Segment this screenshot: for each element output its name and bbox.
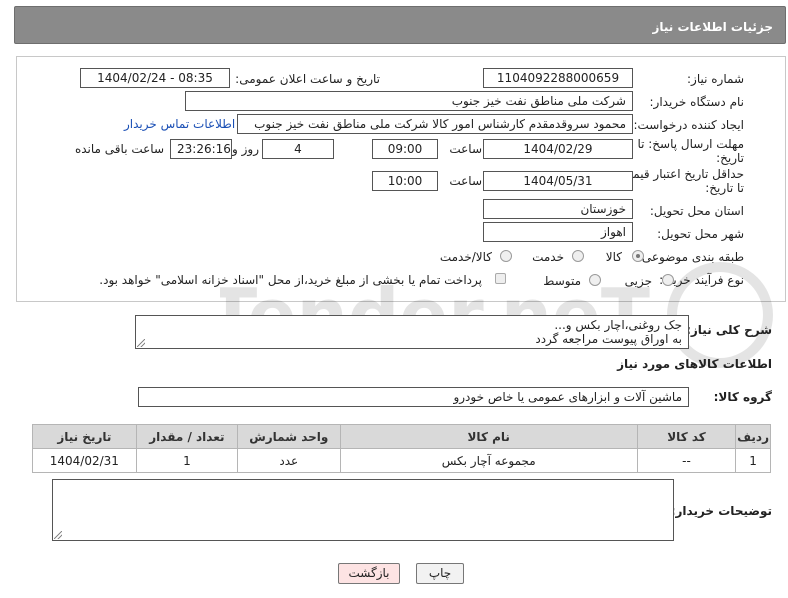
category-radio-goods-service[interactable]: [500, 250, 512, 262]
notes-resize-handle[interactable]: [54, 531, 62, 539]
reply-date-field: 1404/02/29: [483, 139, 633, 159]
announce-date-field: 1404/02/24 - 08:35: [80, 68, 230, 88]
goods-table: ردیف کد کالا نام کالا واحد شمارش تعداد /…: [32, 424, 771, 473]
process-radio-medium[interactable]: [589, 274, 601, 286]
cell-code: --: [636, 448, 737, 473]
page-header: جزئیات اطلاعات نیاز: [14, 6, 786, 44]
process-radio-minor[interactable]: [662, 274, 674, 286]
price-date-field: 1404/05/31: [483, 171, 633, 191]
reply-time-label: ساعت: [449, 142, 482, 156]
days-label: روز و: [232, 142, 259, 156]
announce-date-label: تاریخ و ساعت اعلان عمومی:: [235, 72, 380, 86]
category-option-service: خدمت: [532, 250, 564, 264]
col-date: تاریخ نیاز: [32, 424, 137, 449]
need-number-field: 1104092288000659: [483, 68, 633, 88]
treasury-payment-checkbox[interactable]: [495, 273, 506, 284]
remaining-time-field: 23:26:16: [170, 139, 232, 159]
col-qty: تعداد / مقدار: [135, 424, 239, 449]
price-time-label: ساعت: [449, 174, 482, 188]
goods-group-label: گروه کالا:: [713, 390, 772, 404]
city-field: اهواز: [483, 222, 633, 242]
category-option-goods-service: کالا/خدمت: [439, 250, 492, 264]
days-remaining-field: 4: [262, 139, 334, 159]
back-button[interactable]: بازگشت: [338, 563, 400, 584]
description-line-1: جک روغنی،اچار بکس و...: [554, 318, 682, 332]
goods-table-header: ردیف کد کالا نام کالا واحد شمارش تعداد /…: [32, 424, 771, 449]
price-validity-label: حداقل تاریخ اعتبار قیمت:: [617, 167, 744, 181]
goods-section-title: اطلاعات کالاهای مورد نیاز: [617, 357, 772, 371]
cell-date: 1404/02/31: [32, 448, 137, 473]
col-name: نام کالا: [339, 424, 638, 449]
process-option-minor: جزیی: [624, 274, 652, 288]
reply-deadline-label: مهلت ارسال پاسخ: تا: [637, 137, 744, 151]
need-number-label: شماره نیاز:: [687, 72, 744, 86]
goods-group-field: ماشین آلات و ابزارهای عمومی یا خاص خودرو: [138, 387, 689, 407]
buyer-org-field: شرکت ملی مناطق نفت خیز جنوب: [185, 91, 633, 111]
description-label: شرح کلی نیاز:: [686, 323, 772, 337]
reply-time-field: 09:00: [372, 139, 438, 159]
buyer-notes-label: توضیحات خریدار:: [670, 504, 772, 518]
description-line-2: به اوراق پیوست مراجعه گردد: [535, 332, 682, 346]
creator-field: محمود سروقدمقدم کارشناس امور کالا شرکت م…: [237, 114, 633, 134]
col-row: ردیف: [735, 424, 771, 449]
category-label: طبقه بندی موضوعی:: [637, 250, 744, 264]
creator-label: ایجاد کننده درخواست:: [633, 118, 744, 132]
price-validity-label-date: تا تاریخ:: [705, 181, 744, 195]
treasury-payment-note: پرداخت تمام یا بخشی از مبلغ خرید،از محل …: [99, 273, 482, 287]
resize-handle[interactable]: [137, 339, 145, 347]
cell-row: 1: [735, 448, 771, 473]
category-option-goods: کالا: [605, 250, 622, 264]
cell-qty: 1: [135, 448, 239, 473]
page-title: جزئیات اطلاعات نیاز: [652, 20, 773, 34]
description-textarea[interactable]: جک روغنی،اچار بکس و... به اوراق پیوست مر…: [135, 315, 689, 349]
print-button[interactable]: چاپ: [416, 563, 464, 584]
price-time-field: 10:00: [372, 171, 438, 191]
city-label: شهر محل تحویل:: [657, 227, 744, 241]
cell-name: مجموعه آچار بکس: [339, 448, 638, 473]
cell-unit: عدد: [237, 448, 341, 473]
table-row: 1 -- مجموعه آچار بکس عدد 1 1404/02/31: [32, 448, 771, 473]
category-radio-goods[interactable]: [632, 250, 644, 262]
col-code: کد کالا: [636, 424, 737, 449]
buyer-contact-link[interactable]: اطلاعات تماس خریدار: [124, 117, 235, 131]
reply-deadline-label-date: تاریخ:: [716, 151, 744, 165]
process-option-medium: متوسط: [543, 274, 581, 288]
province-label: استان محل تحویل:: [649, 204, 744, 218]
buyer-notes-textarea[interactable]: [52, 479, 674, 541]
col-unit: واحد شمارش: [237, 424, 341, 449]
buyer-org-label: نام دستگاه خریدار:: [649, 95, 745, 109]
province-field: خوزستان: [483, 199, 633, 219]
category-radio-service[interactable]: [572, 250, 584, 262]
remaining-time-label: ساعت باقی مانده: [74, 142, 164, 156]
